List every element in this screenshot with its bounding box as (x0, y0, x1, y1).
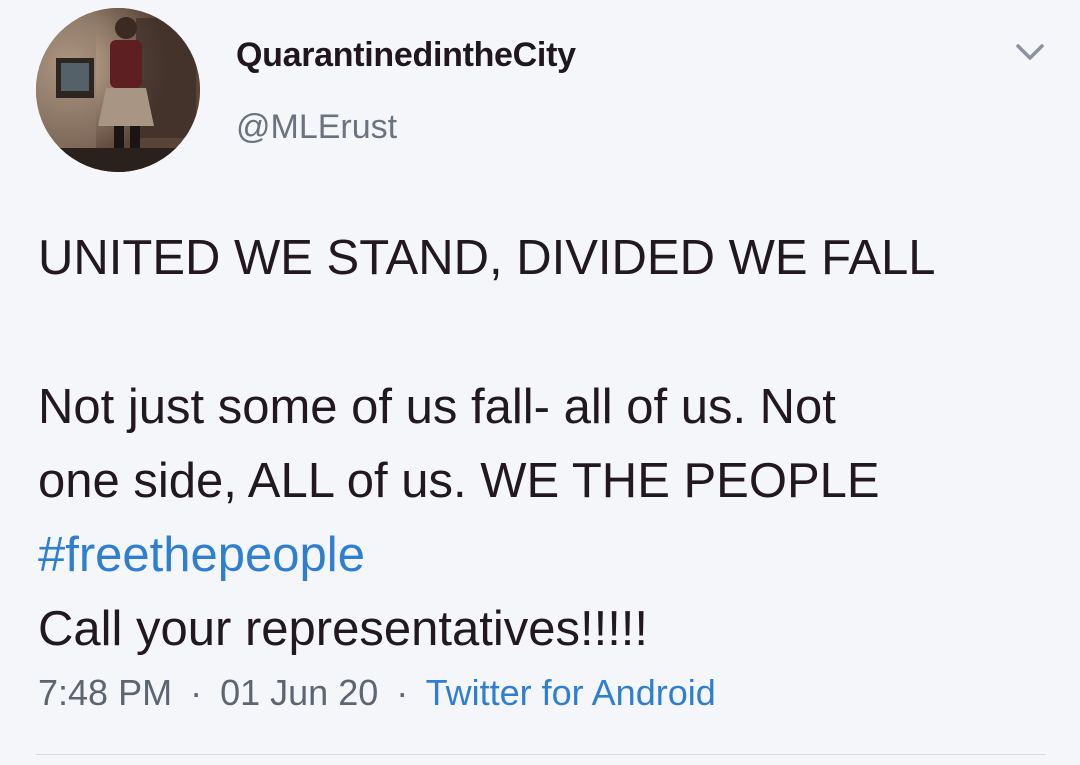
avatar[interactable] (36, 8, 200, 172)
tweet-line: Call your representatives!!!!! (38, 602, 649, 656)
tweet-card: QuarantinedintheCity @MLErust UNITED WE … (0, 0, 1080, 765)
meta-separator: · (190, 672, 203, 713)
divider (36, 754, 1046, 755)
tweet-line: Not just some of us fall- all of us. Not (38, 380, 836, 434)
tweet-date[interactable]: 01 Jun 20 (220, 672, 378, 713)
tweet-source-link[interactable]: Twitter for Android (426, 672, 716, 713)
avatar-photo-icon (36, 8, 200, 172)
hashtag-link[interactable]: #freethepeople (38, 518, 1058, 592)
tweet-time[interactable]: 7:48 PM (38, 672, 172, 713)
chevron-down-icon[interactable] (1012, 38, 1048, 66)
display-name[interactable]: QuarantinedintheCity (236, 36, 576, 75)
tweet-meta: 7:48 PM · 01 Jun 20 · Twitter for Androi… (38, 672, 716, 714)
meta-separator: · (396, 672, 409, 713)
tweet-line: one side, ALL of us. WE THE PEOPLE (38, 454, 880, 508)
user-handle[interactable]: @MLErust (236, 108, 397, 147)
tweet-line-heading: UNITED WE STAND, DIVIDED WE FALL (38, 231, 936, 285)
tweet-body: UNITED WE STAND, DIVIDED WE FALL Not jus… (38, 221, 1058, 666)
